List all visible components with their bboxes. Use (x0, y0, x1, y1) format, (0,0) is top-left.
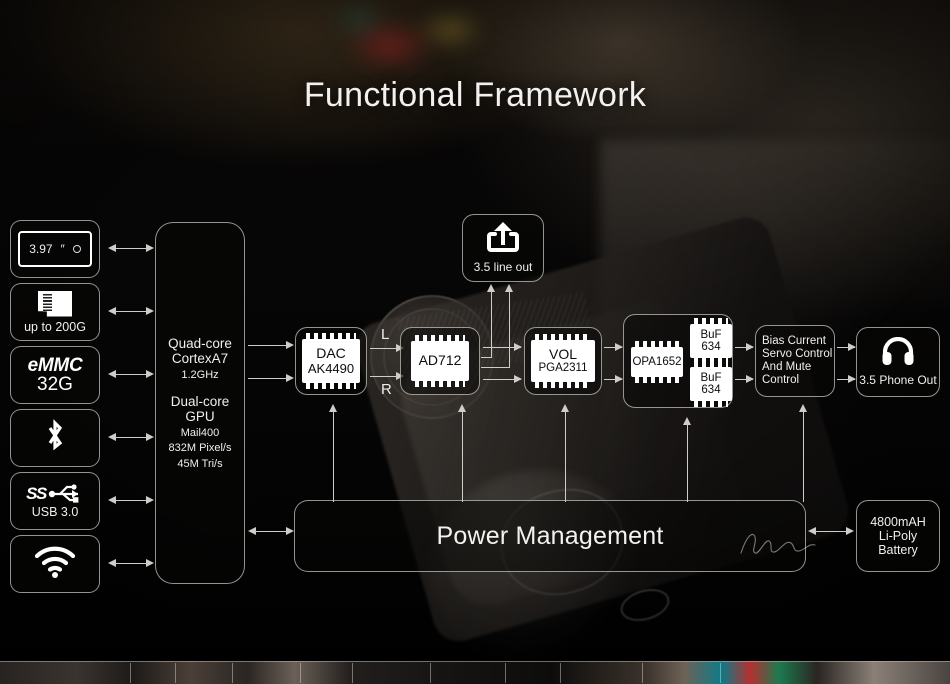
line-out-label: 3.5 line out (473, 260, 533, 275)
power-management-label: Power Management (436, 521, 664, 550)
bias-control-block[interactable]: Bias Current Servo Control And Mute Cont… (755, 325, 835, 397)
channel-label-right: R (381, 381, 392, 398)
vol-line-2: PGA2311 (538, 362, 588, 375)
usb-label: USB 3.0 (31, 504, 79, 519)
emmc-label: eMMC (27, 354, 83, 376)
soc-line-7: 45M Tri/s (177, 457, 223, 470)
soc-line-3: 1.2GHz (181, 369, 219, 382)
display-size-unit: ″ (60, 242, 65, 256)
buf634-top-line-1: BuF (700, 328, 722, 341)
opa1652-label: OPA1652 (632, 355, 682, 368)
battery-line-1: 4800mAH (870, 515, 926, 529)
channel-label-left: L (381, 326, 390, 343)
page-title: Functional Framework (303, 76, 647, 114)
bluetooth-icon (42, 418, 68, 458)
sidebar-item-sdcard[interactable]: up to 200G (10, 283, 100, 341)
usb-superspeed-icon: SS (26, 484, 84, 504)
dac-block[interactable]: DAC AK4490 (295, 327, 367, 395)
bias-line-4: Control (762, 373, 800, 386)
sdcard-label: up to 200G (24, 319, 86, 334)
sidebar-item-usb[interactable]: SS USB 3.0 (10, 472, 100, 530)
soc-line-2: CortexA7 (171, 351, 229, 367)
vol-chip-icon: VOL PGA2311 (531, 334, 595, 388)
dac-chip-icon: DAC AK4490 (302, 333, 360, 389)
buf634-top-line-2: 634 (701, 341, 721, 353)
wifi-icon (33, 546, 77, 583)
phone-out-label: 3.5 Phone Out (859, 372, 937, 387)
soc-line-1: Quad-core (168, 336, 232, 352)
ad712-block[interactable]: AD712 (400, 327, 480, 395)
power-management-block[interactable]: Power Management (294, 500, 806, 572)
dac-line-2: AK4490 (307, 360, 355, 376)
ad712-chip-icon: AD712 (411, 335, 469, 387)
screen-home-dot (72, 245, 81, 253)
buf634-bottom-line-2: 634 (701, 384, 721, 396)
soc-line-4: Dual-core GPU (170, 393, 230, 424)
amp-block[interactable]: OPA1652 BuF 634 BuF 634 (623, 314, 733, 408)
phone-out-block[interactable]: 3.5 Phone Out (856, 327, 940, 397)
line-out-block[interactable]: 3.5 line out (462, 214, 544, 282)
usb-ss-badge: SS (26, 483, 47, 503)
battery-line-2: Li-Poly (878, 529, 918, 543)
line-out-icon (486, 221, 520, 258)
battery-line-3: Battery (878, 543, 918, 557)
sidebar-item-bluetooth[interactable] (10, 409, 100, 467)
buf634-bottom-chip-icon: BuF 634 (690, 361, 732, 407)
buf634-bottom-line-1: BuF (700, 371, 722, 384)
bias-line-2: Servo Control (762, 348, 833, 361)
battery-block[interactable]: 4800mAH Li-Poly Battery (856, 500, 940, 572)
headphone-icon (881, 336, 915, 370)
soc-line-5: Mail400 (180, 426, 220, 439)
bias-line-1: Bias Current (762, 335, 826, 348)
bias-line-3: And Mute (762, 361, 812, 373)
emmc-capacity: 32G (37, 373, 73, 395)
sidebar-item-wifi[interactable] (10, 535, 100, 593)
screen-icon: 3.97 ″ (18, 231, 92, 267)
display-size-value: 3.97 (29, 242, 53, 256)
ad712-line-1: AD712 (418, 352, 462, 369)
soc-line-6: 832M Pixel/s (168, 442, 232, 455)
vol-block[interactable]: VOL PGA2311 (524, 327, 602, 395)
sidebar-item-display[interactable]: 3.97 ″ (10, 220, 100, 278)
sidebar-item-emmc[interactable]: eMMC 32G (10, 346, 100, 404)
microsd-icon (38, 290, 72, 317)
opa1652-chip-icon: OPA1652 (631, 341, 683, 383)
dac-line-1: DAC (316, 345, 346, 362)
vol-line-1: VOL (548, 346, 577, 363)
soc-block[interactable]: Quad-core CortexA7 1.2GHz Dual-core GPU … (155, 222, 245, 584)
buf634-top-chip-icon: BuF 634 (690, 318, 732, 364)
